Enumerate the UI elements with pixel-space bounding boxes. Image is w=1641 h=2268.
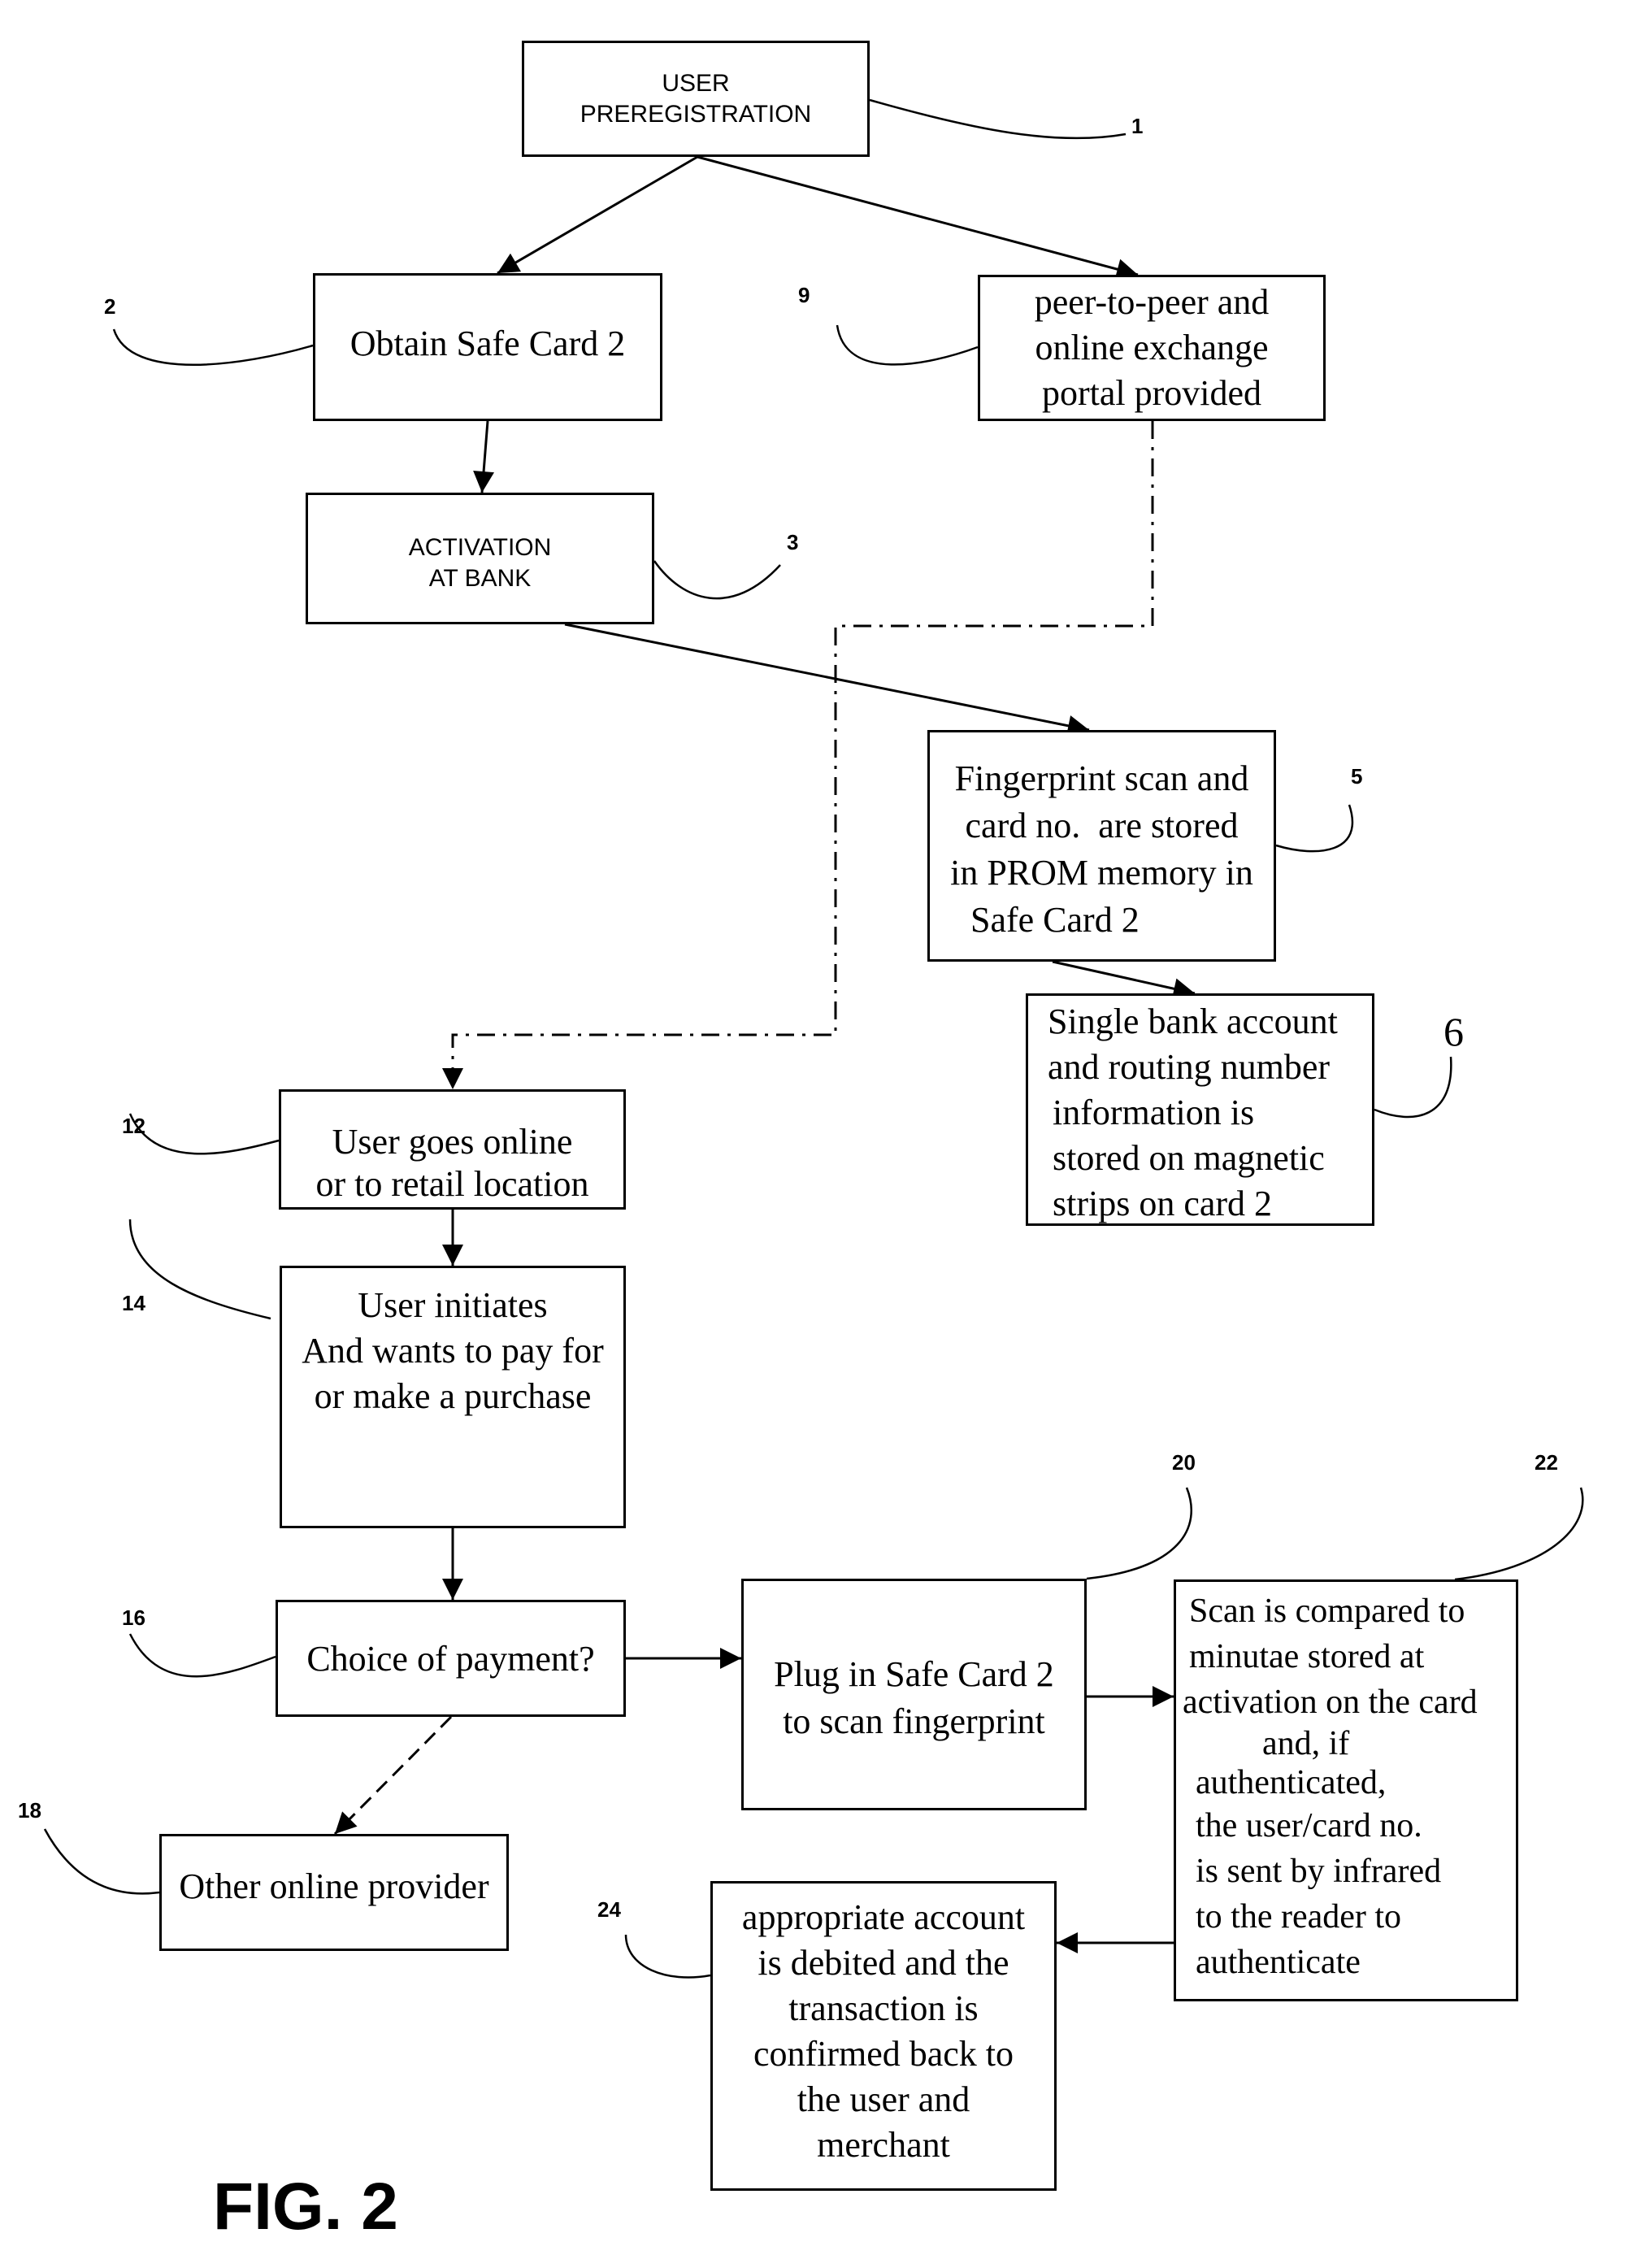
node-line: or to retail location (315, 1164, 589, 1204)
node-line: authenticated, (1196, 1764, 1387, 1801)
node-line: Choice of payment? (306, 1639, 595, 1679)
node-line: the user/card no. (1196, 1807, 1422, 1844)
edge-n1-n9 (697, 155, 1139, 280)
node-line: Other online provider (179, 1866, 489, 1906)
node-user-preregistration: USER PREREGISTRATION (522, 41, 870, 157)
leader-12 (128, 1113, 280, 1155)
node-line: appropriate account (741, 1897, 1026, 1937)
node-line: to the reader to (1196, 1898, 1402, 1936)
node-line: peer-to-peer and (1034, 282, 1270, 322)
ref-numeral-24: 24 (597, 1897, 621, 1922)
ref-numeral-2: 2 (104, 294, 116, 319)
node-bank-account-stored: Single bank account and routing number i… (1026, 993, 1374, 1226)
node-line: ACTIVATION (408, 534, 552, 561)
node-line: and routing number (1048, 1047, 1331, 1087)
leader-14 (128, 1219, 271, 1320)
leader-1 (869, 98, 1127, 140)
node-line: strips on card 2 (1053, 1184, 1273, 1223)
node-line: Safe Card 2 (970, 900, 1140, 940)
node-line: minutae stored at (1189, 1638, 1425, 1675)
ref-numeral-3: 3 (787, 530, 799, 554)
node-line: is sent by infrared (1196, 1853, 1442, 1890)
ref-numeral-16: 16 (122, 1605, 145, 1630)
node-obtain-safe-card: Obtain Safe Card 2 (313, 273, 662, 421)
node-line: and, if (1262, 1725, 1350, 1762)
leader-18 (43, 1828, 160, 1895)
leader-3 (653, 560, 781, 600)
edge-n16-n18 (333, 1715, 453, 1836)
node-line: is debited and the (758, 1943, 1009, 1983)
node-line: USER (662, 69, 730, 97)
node-line: And wants to pay for (302, 1331, 604, 1371)
node-line: Scan is compared to (1189, 1592, 1465, 1630)
leader-16 (128, 1633, 276, 1678)
ref-numeral-12: 12 (122, 1114, 145, 1138)
node-line: confirmed back to (753, 2034, 1014, 2074)
node-line: merchant (817, 2125, 950, 2165)
node-line: AT BANK (428, 565, 532, 592)
node-plug-in-safe-card: Plug in Safe Card 2 to scan fingerprint (741, 1579, 1087, 1810)
leader-9 (836, 324, 979, 366)
ref-numeral-6: 6 (1443, 1009, 1464, 1054)
node-line: online exchange (1035, 328, 1269, 367)
node-fingerprint-stored: Fingerprint scan and card no. are stored… (927, 730, 1276, 962)
node-line: Obtain Safe Card 2 (349, 324, 626, 363)
node-line: or make a purchase (314, 1376, 592, 1416)
edge-n5-n6 (1052, 960, 1196, 1000)
node-other-online-provider: Other online provider (159, 1834, 509, 1951)
edge-n2-n3 (473, 420, 495, 493)
node-line: User initiates (358, 1285, 548, 1325)
ref-numeral-22: 22 (1535, 1450, 1558, 1475)
node-line: in PROM memory in (950, 853, 1253, 893)
node-activation-at-bank: ACTIVATION AT BANK (306, 493, 654, 624)
node-line: authenticate (1196, 1944, 1361, 1981)
leader-2 (112, 328, 314, 366)
edge-n3-n5 (564, 623, 1090, 736)
node-account-debited: appropriate account is debited and the t… (710, 1881, 1057, 2191)
ref-numeral-1: 1 (1131, 114, 1144, 138)
node-line: Single bank account (1048, 1001, 1338, 1041)
ref-numeral-5: 5 (1351, 764, 1363, 789)
node-line: PREREGISTRATION (580, 100, 812, 128)
leader-20 (1086, 1487, 1193, 1580)
figure-label: FIG. 2 (213, 2170, 398, 2244)
node-line: the user and (797, 2079, 970, 2119)
leader-6 (1374, 1056, 1452, 1119)
node-line: Fingerprint scan and (954, 758, 1249, 798)
node-line: information is (1053, 1093, 1255, 1132)
node-line: stored on magnetic (1053, 1138, 1325, 1178)
leader-5 (1275, 804, 1354, 853)
edge-n1-n2 (497, 155, 698, 275)
node-line: to scan fingerprint (783, 1701, 1045, 1741)
node-line: portal provided (1041, 373, 1262, 413)
node-line: activation on the card (1183, 1684, 1478, 1721)
node-user-initiates: User initiates And wants to pay for or m… (280, 1266, 626, 1528)
node-peer-to-peer-portal: peer-to-peer and online exchange portal … (978, 275, 1326, 421)
node-line: User goes online (332, 1122, 573, 1162)
node-choice-of-payment: Choice of payment? (276, 1600, 626, 1717)
leader-22 (1454, 1487, 1584, 1581)
ref-numeral-18: 18 (18, 1798, 41, 1823)
leader-24 (624, 1934, 711, 1979)
ref-numeral-20: 20 (1172, 1450, 1196, 1475)
node-line: transaction is (788, 1988, 979, 2028)
node-line: Plug in Safe Card 2 (774, 1654, 1054, 1694)
node-line: card no. are stored (965, 806, 1239, 845)
node-user-goes-online: User goes online or to retail location (279, 1089, 626, 1210)
node-scan-compared: Scan is compared to minutae stored at ac… (1174, 1579, 1518, 2001)
ref-numeral-14: 14 (122, 1291, 145, 1315)
ref-numeral-9: 9 (798, 283, 810, 307)
